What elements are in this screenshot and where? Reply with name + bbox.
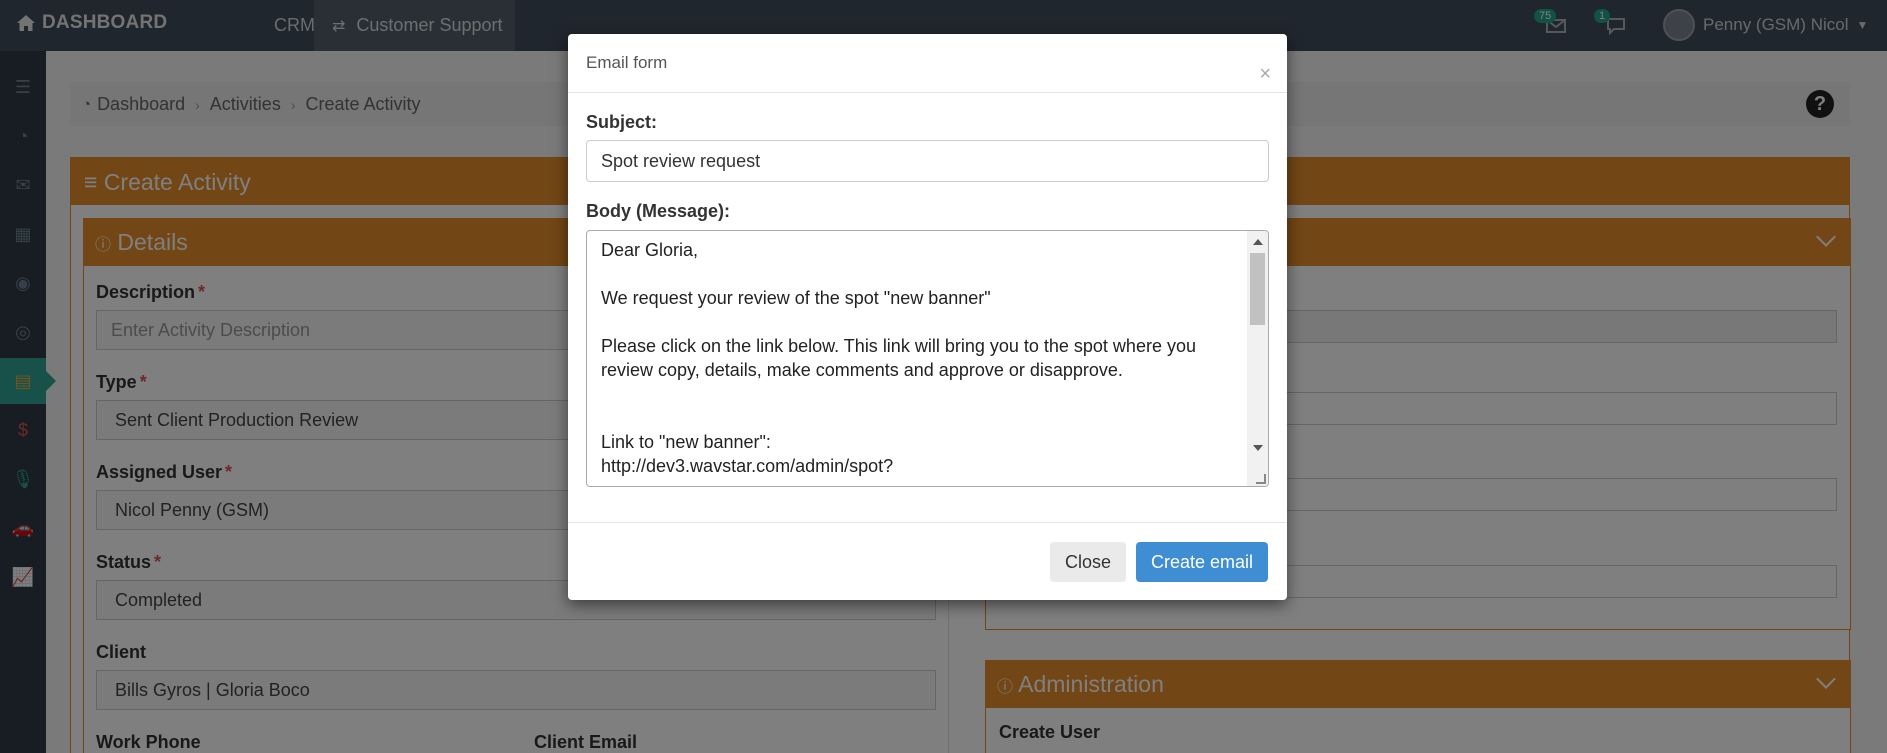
body-label: Body (Message): <box>586 201 731 221</box>
body-scrollbar[interactable] <box>1247 231 1268 486</box>
subject-label: Subject: <box>586 112 658 132</box>
modal-title: Email form <box>586 53 668 72</box>
scroll-thumb[interactable] <box>1250 253 1265 325</box>
subject-input[interactable] <box>586 140 1269 182</box>
divider <box>568 522 1287 523</box>
email-form-modal: Email form × Subject: Body (Message): De… <box>568 34 1287 600</box>
scroll-up-icon[interactable] <box>1253 239 1263 245</box>
body-text[interactable]: Dear Gloria, We request your review of t… <box>587 231 1248 486</box>
body-textarea[interactable]: Dear Gloria, We request your review of t… <box>586 230 1269 487</box>
scroll-down-icon[interactable] <box>1253 445 1263 451</box>
close-button[interactable]: Close <box>1050 542 1126 582</box>
divider <box>568 92 1287 93</box>
resize-handle-icon[interactable] <box>1256 474 1266 484</box>
create-email-button[interactable]: Create email <box>1136 542 1268 582</box>
close-icon[interactable]: × <box>1259 64 1271 84</box>
